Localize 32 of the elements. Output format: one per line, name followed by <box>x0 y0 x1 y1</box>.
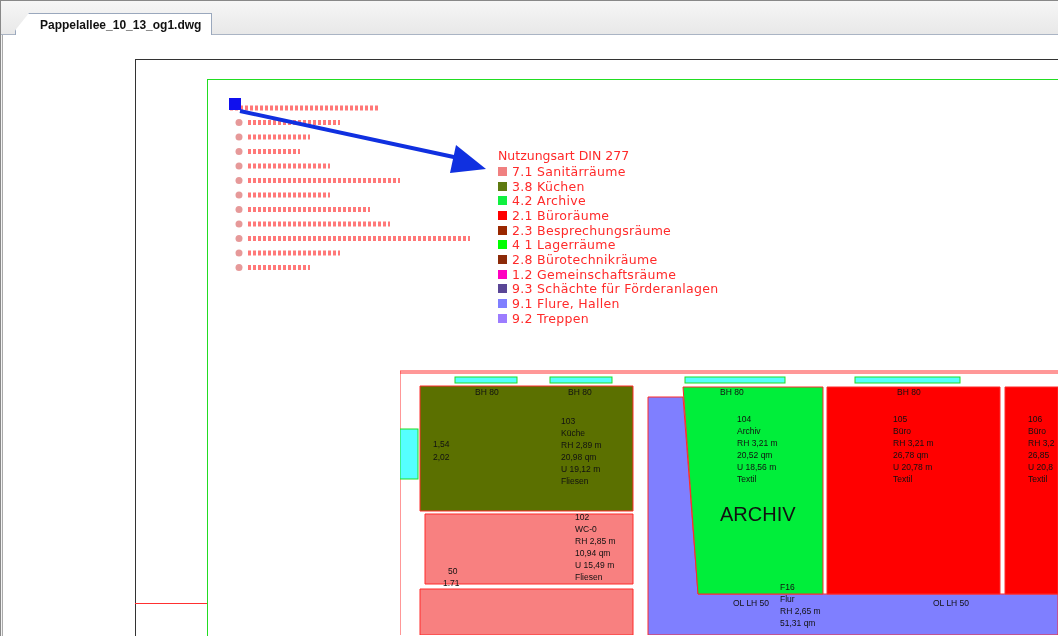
square-marker-icon <box>229 98 241 110</box>
legend-label: 7.1 Sanitärräume <box>512 163 626 179</box>
legend-label: 2.8 Bürotechnikräume <box>512 251 658 267</box>
dimension-label: BH 80 <box>475 388 499 397</box>
legend-label: 1.2 Gemeinschaftsräume <box>512 266 677 282</box>
room-label: 102 WC-0 RH 2,85 m 10,94 qm U 15,49 m Fliesen <box>575 511 616 583</box>
dimension-label: 1,54 <box>433 440 450 449</box>
border-line <box>135 603 207 604</box>
legend-label: 2.3 Besprechungsräume <box>512 222 672 238</box>
legend-title: Nutzungsart DIN 277 <box>498 148 631 164</box>
legend-label: 9.3 Schächte für Förderanlagen <box>512 281 719 297</box>
room-title: ARCHIV <box>720 504 796 524</box>
legend-label: 4 1 Lagerräume <box>512 237 616 253</box>
legend-label: 4.2 Archive <box>512 193 586 209</box>
dimension-label: BH 80 <box>568 388 592 397</box>
room-label: 104 Archiv RH 3,21 m 20,52 qm U 18,56 m Textil <box>737 413 778 485</box>
room-label: 103 Küche RH 2,89 m 20,98 qm U 19,12 m Fliesen <box>561 415 602 487</box>
file-tab[interactable]: Pappelallee_10_13_og1.dwg <box>15 13 213 35</box>
legend-label: 3.8 Küchen <box>512 178 585 194</box>
dimension-label: 50 <box>448 567 458 576</box>
dimension-label: BH 80 <box>897 388 921 397</box>
dimension-label: BH 80 <box>720 388 744 397</box>
dimension-label: OL LH 50 <box>733 599 770 608</box>
room-label: 105 Büro RH 3,21 m 26,78 qm U 20,78 m Textil <box>893 413 934 485</box>
legend-label: 2.1 Büroräume <box>512 207 610 223</box>
legend-label: 9.1 Flure, Hallen <box>512 296 620 312</box>
dimension-label: OL LH 50 <box>933 599 970 608</box>
legend-label: 9.2 Treppen <box>512 310 589 326</box>
dimension-label: 1.71 <box>443 579 460 588</box>
room-label: F16 Flur RH 2,65 m 51,31 qm <box>780 581 821 629</box>
dimension-label: 2,02 <box>433 453 450 462</box>
room-label: 106 Büro RH 3,2 26,85 U 20,8 Textil <box>1028 413 1055 485</box>
